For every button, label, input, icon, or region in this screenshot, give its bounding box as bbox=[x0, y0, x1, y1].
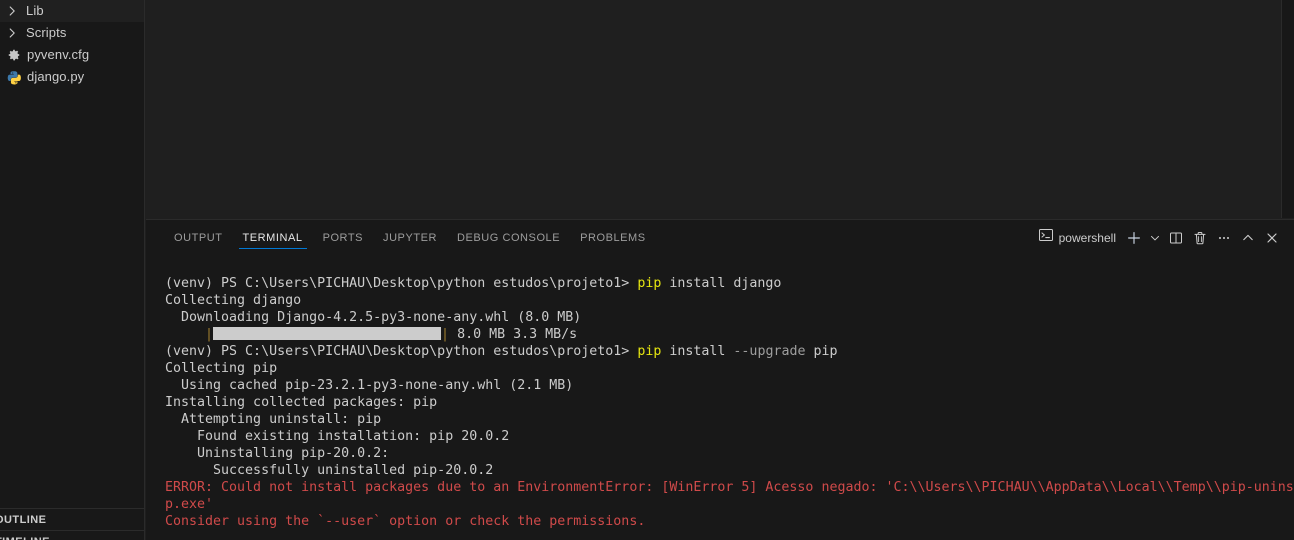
kill-terminal-button[interactable] bbox=[1188, 226, 1212, 250]
terminal-text: install bbox=[661, 344, 734, 359]
maximize-panel-button[interactable] bbox=[1236, 226, 1260, 250]
terminal-line: Collecting pip bbox=[165, 360, 1294, 377]
terminal-text: ERROR: Could not install packages due to… bbox=[165, 480, 1294, 495]
terminal-line: Found existing installation: pip 20.0.2 bbox=[165, 428, 1294, 445]
tree-item-label: Scripts bbox=[26, 25, 67, 40]
terminal-line: ERROR: Could not install packages due to… bbox=[165, 479, 1294, 496]
panel-tab-label: PROBLEMS bbox=[580, 231, 646, 244]
tree-item-django-py[interactable]: django.py bbox=[0, 66, 144, 88]
explorer-sidebar: Lib Scripts pyvenv.cfg django.py OUTLINE TIM… bbox=[0, 0, 145, 540]
panel-tab-label: JUPYTER bbox=[383, 231, 437, 244]
terminal-text: Collecting django bbox=[165, 293, 302, 308]
terminal-text: (venv) PS C:\Users\PICHAU\Desktop\python… bbox=[165, 276, 638, 291]
vscode-window: Lib Scripts pyvenv.cfg django.py OUTLINE TIM… bbox=[0, 0, 1294, 540]
terminal-line: Uninstalling pip-20.0.2: bbox=[165, 445, 1294, 462]
panel-tab-ports[interactable]: PORTS bbox=[313, 220, 373, 255]
bottom-panel: OUTPUT TERMINAL PORTS JUPYTER DEBUG CONSOLE P… bbox=[146, 219, 1294, 540]
tree-item-label: pyvenv.cfg bbox=[27, 47, 90, 62]
terminal-text: pip bbox=[637, 276, 662, 291]
panel-tab-label: PORTS bbox=[322, 231, 364, 244]
progress-bar-right-edge: | bbox=[441, 327, 450, 342]
terminal-output[interactable]: (venv) PS C:\Users\PICHAU\Desktop\python… bbox=[146, 255, 1294, 540]
terminal-line: Successfully uninstalled pip-20.0.2 bbox=[165, 462, 1294, 479]
gear-icon bbox=[6, 47, 22, 63]
progress-bar-status: 8.0 MB 3.3 MB/s bbox=[449, 327, 578, 342]
editor-empty-area bbox=[146, 0, 1282, 218]
tree-item-pyvenv-cfg[interactable]: pyvenv.cfg bbox=[0, 44, 144, 66]
terminal-line: Collecting django bbox=[165, 292, 1294, 309]
tree-item-scripts[interactable]: Scripts bbox=[0, 22, 144, 44]
terminal-line: p.exe' bbox=[165, 496, 1294, 513]
python-icon bbox=[6, 69, 22, 85]
terminal-text: Downloading Django-4.2.5-py3-none-any.wh… bbox=[165, 310, 582, 325]
terminal-text: Consider using the `--user` option or ch… bbox=[165, 514, 646, 529]
sidebar-section-label: OUTLINE bbox=[0, 513, 47, 526]
terminal-icon bbox=[1038, 227, 1054, 248]
terminal-text: p.exe' bbox=[165, 497, 214, 512]
terminal-text: Successfully uninstalled pip-20.0.2 bbox=[165, 463, 494, 478]
panel-tab-list[interactable]: OUTPUT TERMINAL PORTS JUPYTER DEBUG CONSOLE P… bbox=[146, 220, 656, 255]
terminal-line: (venv) PS C:\Users\PICHAU\Desktop\python… bbox=[165, 343, 1294, 360]
file-tree[interactable]: Lib Scripts pyvenv.cfg django.py bbox=[0, 0, 144, 88]
panel-tab-jupyter[interactable]: JUPYTER bbox=[373, 220, 447, 255]
terminal-line: (venv) PS C:\Users\PICHAU\Desktop\python… bbox=[165, 275, 1294, 292]
tree-item-label: django.py bbox=[27, 69, 85, 84]
progress-bar-left-edge: | bbox=[205, 327, 214, 342]
terminal-text: Collecting pip bbox=[165, 361, 278, 376]
new-terminal-button[interactable] bbox=[1122, 226, 1146, 250]
terminal-text: Attempting uninstall: pip bbox=[165, 412, 382, 427]
active-terminal-label: powershell bbox=[1058, 230, 1116, 245]
progress-bar-fill bbox=[213, 327, 442, 340]
terminal-text: Found existing installation: pip 20.0.2 bbox=[165, 429, 510, 444]
split-terminal-button[interactable] bbox=[1164, 226, 1188, 250]
chevron-right-icon[interactable] bbox=[4, 3, 20, 19]
terminal-line: Using cached pip-23.2.1-py3-none-any.whl… bbox=[165, 377, 1294, 394]
sidebar-section-outline[interactable]: OUTLINE bbox=[0, 508, 144, 530]
panel-tab-label: DEBUG CONSOLE bbox=[456, 231, 561, 244]
panel-tab-terminal[interactable]: TERMINAL bbox=[233, 220, 313, 255]
chevron-right-icon[interactable] bbox=[4, 25, 20, 41]
sidebar-section-label: TIMELINE bbox=[0, 536, 50, 540]
terminal-text: install django bbox=[661, 276, 782, 291]
terminal-text: --upgrade bbox=[733, 344, 806, 359]
terminal-text: Installing collected packages: pip bbox=[165, 395, 438, 410]
new-terminal-dropdown-button[interactable] bbox=[1146, 226, 1164, 250]
terminal-line: Downloading Django-4.2.5-py3-none-any.wh… bbox=[165, 309, 1294, 326]
right-edge-strip bbox=[1282, 0, 1294, 218]
close-panel-button[interactable] bbox=[1260, 226, 1284, 250]
panel-tab-output[interactable]: OUTPUT bbox=[164, 220, 233, 255]
more-actions-button[interactable] bbox=[1212, 226, 1236, 250]
terminal-text: pip bbox=[637, 344, 662, 359]
terminal-line bbox=[165, 530, 1294, 540]
terminal-line: | | 8.0 MB 3.3 MB/s bbox=[165, 326, 1294, 343]
tree-item-label: Lib bbox=[26, 3, 44, 18]
sidebar-section-timeline[interactable]: TIMELINE bbox=[0, 530, 144, 540]
terminal-text: pip bbox=[805, 344, 838, 359]
terminal-text: (venv) PS C:\Users\PICHAU\Desktop\python… bbox=[165, 344, 638, 359]
terminal-text: Using cached pip-23.2.1-py3-none-any.whl… bbox=[165, 378, 574, 393]
panel-tab-problems[interactable]: PROBLEMS bbox=[570, 220, 656, 255]
panel-tab-label: TERMINAL bbox=[242, 231, 303, 244]
panel-header: OUTPUT TERMINAL PORTS JUPYTER DEBUG CONSOLE P… bbox=[146, 220, 1294, 255]
active-terminal-selector[interactable]: powershell bbox=[1034, 226, 1122, 250]
panel-action-bar[interactable]: powershell bbox=[1034, 226, 1294, 250]
panel-tab-label: OUTPUT bbox=[174, 231, 223, 244]
terminal-line: Consider using the `--user` option or ch… bbox=[165, 513, 1294, 530]
terminal-line: Installing collected packages: pip bbox=[165, 394, 1294, 411]
tree-item-lib[interactable]: Lib bbox=[0, 0, 144, 22]
terminal-line: Attempting uninstall: pip bbox=[165, 411, 1294, 428]
terminal-text: Uninstalling pip-20.0.2: bbox=[165, 446, 390, 461]
panel-tab-debug-console[interactable]: DEBUG CONSOLE bbox=[447, 220, 570, 255]
